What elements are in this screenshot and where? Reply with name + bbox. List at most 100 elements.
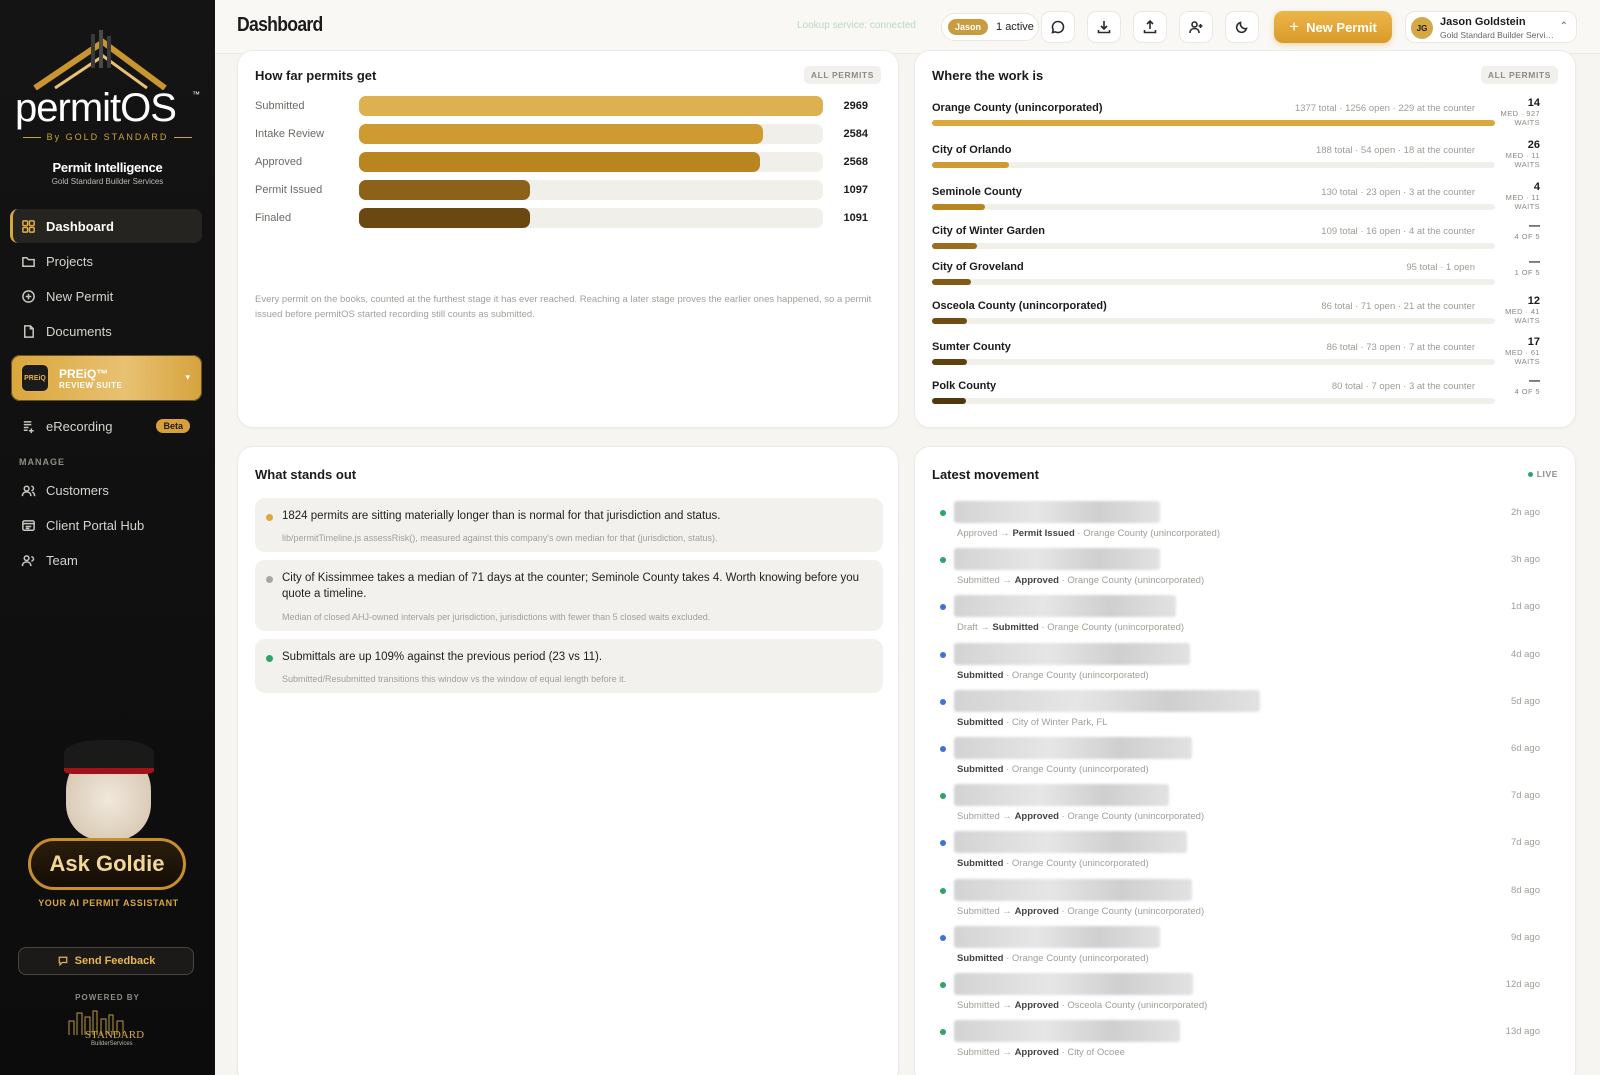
- jurisdiction-row[interactable]: Sumter County 86 total · 73 open · 7 at t…: [932, 336, 1558, 375]
- jurisdiction-row[interactable]: Orange County (unincorporated) 1377 total…: [932, 97, 1558, 136]
- wait-stat-caption: 4 OF 5: [1514, 387, 1540, 396]
- movement-row[interactable]: Draft → Submitted · Orange County (uninc…: [932, 595, 1560, 641]
- funnel-stage-label: Finaled: [255, 212, 292, 224]
- jurisdiction-name: City of Orlando: [932, 144, 1012, 156]
- card-title: What stands out: [255, 467, 357, 482]
- all-permits-tag[interactable]: ALL PERMITS: [1480, 66, 1558, 84]
- movement-row[interactable]: Submitted → Approved · Orange County (un…: [932, 784, 1560, 830]
- messages-button[interactable]: [1041, 11, 1075, 43]
- sidebar-item-customers[interactable]: Customers: [10, 473, 202, 507]
- jurisdiction-bar: [932, 359, 968, 365]
- sidebar-item-documents[interactable]: Documents: [10, 314, 202, 348]
- movement-time: 4d ago: [1510, 648, 1540, 660]
- movement-row[interactable]: Submitted · City of Winter Park, FL 5d ag…: [932, 689, 1560, 736]
- funnel-row[interactable]: Submitted 2969: [255, 96, 868, 118]
- wait-median-days: —: [1529, 256, 1540, 268]
- user-menu[interactable]: JG Jason Goldstein Gold Standard Builder…: [1405, 11, 1577, 43]
- chevron-down-icon[interactable]: ▾: [185, 372, 190, 383]
- transition-to: Approved: [1014, 1047, 1059, 1059]
- permitos-logo[interactable]: permitOS ™ By GOLD STANDARD: [15, 30, 200, 145]
- jurisdiction-wait-stat: 4 MED · 11 WAITS: [1480, 181, 1540, 211]
- wait-median-days: 4: [1533, 181, 1540, 193]
- download-button[interactable]: [1087, 11, 1121, 43]
- movement-transition: Submitted → Approved · City of Ocoee: [957, 1047, 1125, 1058]
- gold-standard-wordmark: STANDARD: [85, 1029, 145, 1041]
- sidebar-item-new-permit[interactable]: New Permit: [10, 279, 202, 313]
- sidebar-item-erecording[interactable]: eRecording Beta: [10, 409, 202, 443]
- movement-row[interactable]: Submitted · Orange County (unincorporate…: [932, 831, 1560, 877]
- sidebar-item-dashboard[interactable]: Dashboard: [10, 209, 202, 243]
- ask-goldie-button[interactable]: Ask Goldie: [28, 838, 186, 890]
- insight-item[interactable]: City of Kissimmee takes a median of 71 d…: [255, 560, 883, 631]
- jurisdiction-name: Orange County (unincorporated): [932, 102, 1103, 114]
- sidebar-nav: Dashboard Projects New Permit Documents …: [10, 209, 202, 578]
- chevron-up-icon: ⌃: [1559, 21, 1568, 32]
- all-permits-tag[interactable]: ALL PERMITS: [803, 66, 881, 84]
- transition-jurisdiction: · Orange County (unincorporated): [1058, 575, 1205, 587]
- transition-from: Submitted →: [957, 575, 1015, 587]
- sidebar-item-label: Client Portal Hub: [46, 517, 145, 533]
- funnel-row[interactable]: Approved 2568: [255, 152, 868, 174]
- movement-time: 12d ago: [1505, 979, 1540, 990]
- plus-circle-icon: [20, 288, 36, 304]
- movement-time: 6d ago: [1510, 743, 1540, 754]
- insights-card: What stands out 1824 permits are sitting…: [237, 446, 899, 1075]
- active-users-pill[interactable]: Jason 1 active: [941, 13, 1039, 41]
- movement-row[interactable]: Submitted → Approved · Osceola County (u…: [932, 973, 1560, 1019]
- funnel-row[interactable]: Finaled 1091: [255, 208, 868, 230]
- jurisdiction-row[interactable]: Osceola County (unincorporated) 86 total …: [932, 295, 1558, 334]
- wait-stat-caption: 4 OF 5: [1514, 232, 1540, 241]
- tagline-title: Permit Intelligence: [52, 160, 163, 175]
- transition-to: Permit Issued: [1012, 528, 1075, 539]
- jurisdiction-row[interactable]: City of Orlando 188 total · 54 open · 18 …: [932, 139, 1558, 178]
- funnel-row[interactable]: Intake Review 2584: [255, 124, 868, 146]
- upload-button[interactable]: [1133, 11, 1167, 43]
- tagline-subtitle: Gold Standard Builder Services: [51, 177, 164, 186]
- trademark: ™: [192, 90, 200, 99]
- sidebar-item-team[interactable]: Team: [10, 543, 202, 577]
- movement-transition: Submitted → Approved · Orange County (un…: [957, 906, 1204, 917]
- preiq-review-suite[interactable]: PREiQ PREiQ™ REVIEW SUITE ▾: [11, 355, 202, 401]
- insight-dot-icon: [266, 514, 273, 521]
- funnel-bar: [359, 124, 763, 144]
- powered-by-label: POWERED BY: [75, 993, 140, 1002]
- movement-row[interactable]: Submitted · Orange County (unincorporate…: [932, 642, 1560, 689]
- send-feedback-button[interactable]: Send Feedback: [18, 947, 194, 975]
- chat-bubble-icon: [1051, 20, 1065, 34]
- add-user-button[interactable]: [1179, 11, 1213, 43]
- redacted-permit-name: [954, 831, 1187, 854]
- ask-goldie-assistant[interactable]: Ask Goldie YOUR AI PERMIT ASSISTANT: [26, 740, 191, 915]
- jurisdiction-row[interactable]: City of Groveland 95 total · 1 open —1 OF …: [932, 256, 1558, 295]
- document-icon: [20, 323, 36, 339]
- permit-funnel-card: How far permits get ALL PERMITS Submitte…: [237, 50, 899, 428]
- funnel-row[interactable]: Permit Issued 1097: [255, 180, 868, 202]
- manage-section-label: MANAGE: [19, 457, 65, 467]
- status-dot-icon: [940, 934, 946, 941]
- card-title: How far permits get: [255, 68, 377, 83]
- movement-row[interactable]: Submitted → Approved · Orange County (un…: [932, 878, 1560, 925]
- insight-item[interactable]: 1824 permits are sitting materially long…: [255, 498, 883, 552]
- sidebar-item-client-portal-hub[interactable]: Client Portal Hub: [10, 508, 202, 542]
- new-permit-button[interactable]: + New Permit: [1274, 11, 1392, 43]
- funnel-stage-value: 2568: [843, 156, 868, 168]
- movement-row[interactable]: Approved → Permit Issued · Orange County…: [932, 501, 1560, 547]
- movement-row[interactable]: Submitted → Approved · Orange County (un…: [932, 548, 1560, 594]
- dark-mode-toggle[interactable]: [1225, 11, 1259, 43]
- jurisdiction-row[interactable]: Polk County 80 total · 7 open · 3 at the …: [932, 375, 1558, 414]
- funnel-bar-track: [359, 124, 823, 144]
- movement-row[interactable]: Submitted · Orange County (unincorporate…: [932, 925, 1560, 972]
- jurisdictions-card: Where the work is ALL PERMITS Orange Cou…: [914, 50, 1576, 428]
- insight-dot-icon: [266, 576, 273, 583]
- jurisdiction-row[interactable]: City of Winter Garden 109 total · 16 open…: [932, 220, 1558, 259]
- insight-text: City of Kissimmee takes a median of 71 d…: [282, 572, 859, 600]
- jurisdiction-name: City of Winter Garden: [932, 225, 1045, 237]
- funnel-bar: [359, 152, 761, 172]
- sidebar-item-projects[interactable]: Projects: [10, 244, 202, 278]
- insight-item[interactable]: Submittals are up 109% against the previ…: [255, 639, 883, 693]
- movement-row[interactable]: Submitted → Approved · City of Ocoee 13d …: [932, 1020, 1560, 1066]
- card-title: Latest movement: [932, 467, 1039, 482]
- movement-transition: Draft → Submitted · Orange County (uninc…: [957, 622, 1184, 633]
- jurisdiction-row[interactable]: Seminole County 130 total · 23 open · 3 a…: [932, 181, 1558, 220]
- movement-row[interactable]: Submitted · Orange County (unincorporate…: [932, 737, 1560, 783]
- user-name: Jason Goldstein: [1440, 16, 1526, 28]
